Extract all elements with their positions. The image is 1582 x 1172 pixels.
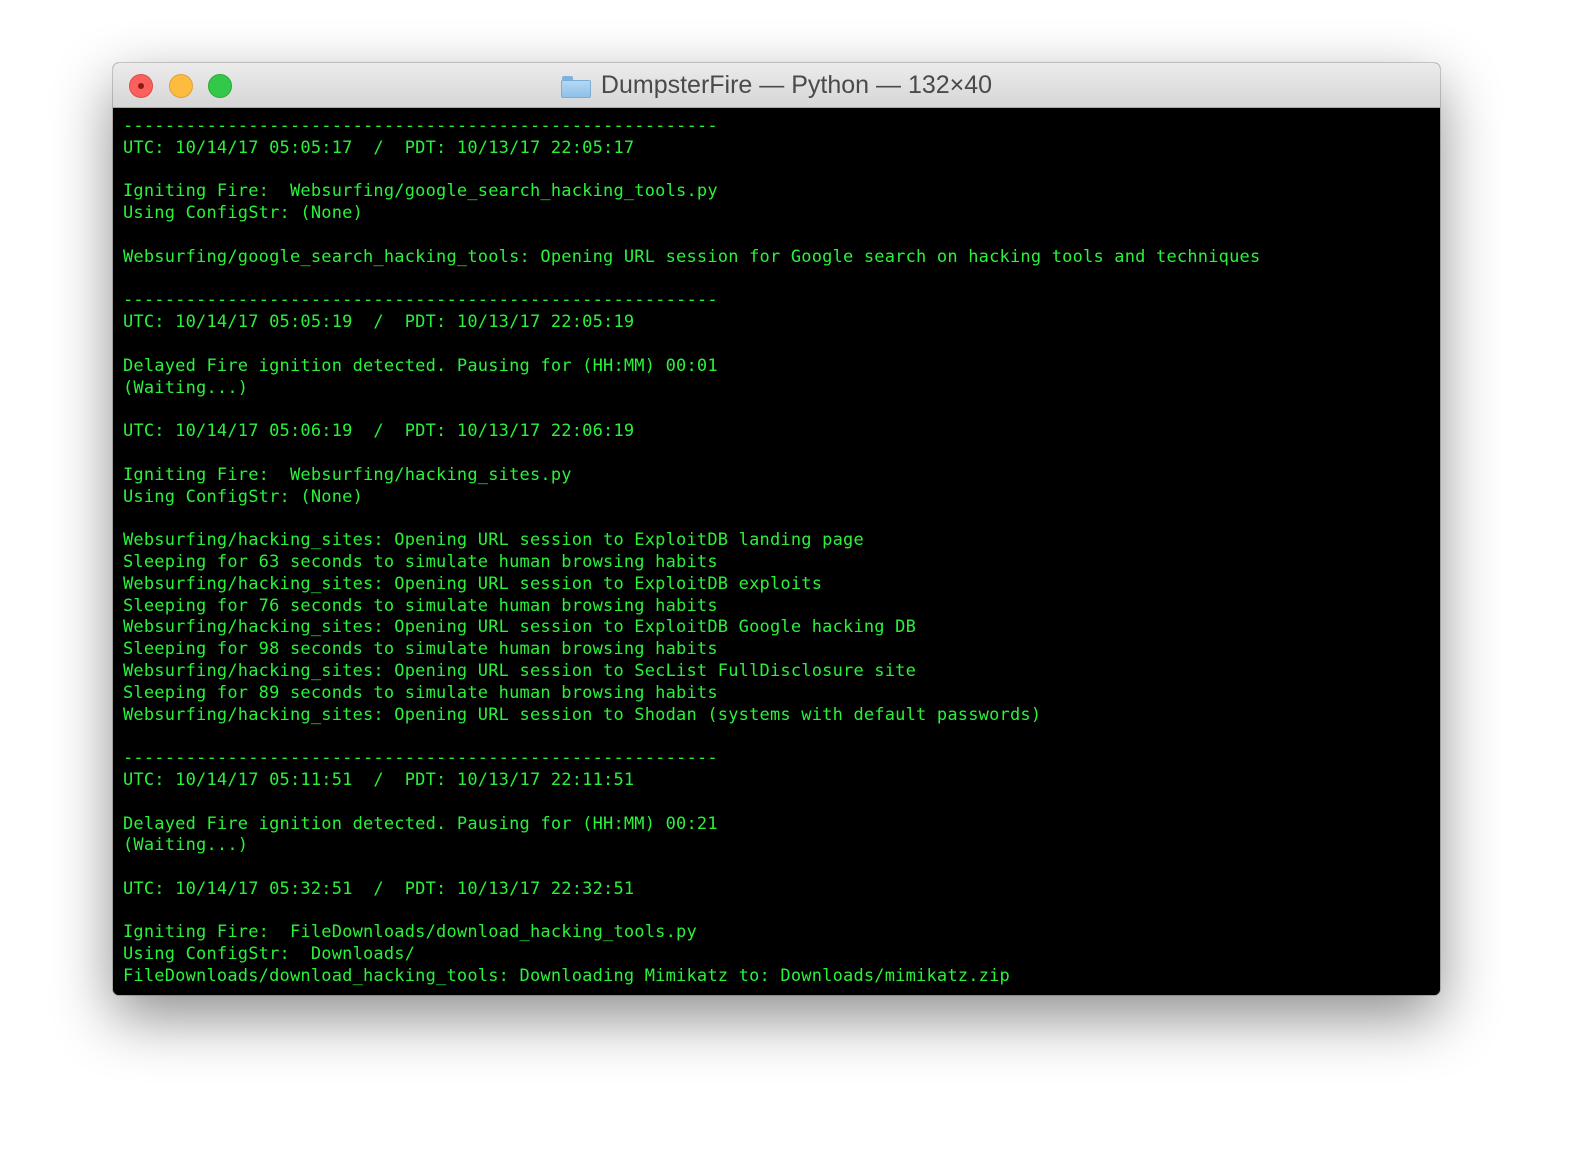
- terminal-line: (Waiting...): [123, 835, 249, 856]
- terminal-line: (Waiting...): [123, 377, 249, 398]
- terminal-line: Websurfing/hacking_sites: Opening URL se…: [123, 530, 864, 551]
- terminal-line: Websurfing/hacking_sites: Opening URL se…: [123, 704, 1042, 725]
- terminal-line: ----------------------------------------…: [123, 116, 718, 136]
- terminal-line: Websurfing/hacking_sites: Opening URL se…: [123, 617, 917, 638]
- terminal-line: Sleeping for 76 seconds to simulate huma…: [123, 595, 718, 616]
- terminal-line: Sleeping for 63 seconds to simulate huma…: [123, 551, 718, 572]
- terminal-line: Websurfing/google_search_hacking_tools: …: [123, 246, 1261, 267]
- terminal-line: Igniting Fire: FileDownloads/download_ha…: [123, 922, 697, 943]
- terminal-line: Igniting Fire: Websurfing/hacking_sites.…: [123, 464, 572, 485]
- title-bar[interactable]: DumpsterFire — Python — 132×40: [113, 63, 1440, 108]
- terminal-line: Igniting Fire: Websurfing/google_search_…: [123, 181, 718, 202]
- terminal-window: DumpsterFire — Python — 132×40 ---------…: [113, 63, 1440, 995]
- terminal-line: Websurfing/hacking_sites: Opening URL se…: [123, 660, 917, 681]
- terminal-line: Sleeping for 98 seconds to simulate huma…: [123, 639, 718, 660]
- terminal-line: Delayed Fire ignition detected. Pausing …: [123, 813, 718, 834]
- terminal-output[interactable]: ----------------------------------------…: [113, 108, 1440, 995]
- terminal-line: Sleeping for 89 seconds to simulate huma…: [123, 682, 718, 703]
- terminal-line: ----------------------------------------…: [123, 290, 718, 311]
- terminal-line: Using ConfigStr: (None): [123, 486, 364, 507]
- terminal-line: Websurfing/hacking_sites: Opening URL se…: [123, 573, 823, 594]
- terminal-line: Using ConfigStr: (None): [123, 203, 364, 224]
- window-title: DumpsterFire — Python — 132×40: [600, 71, 993, 99]
- terminal-line: UTC: 10/14/17 05:32:51 / PDT: 10/13/17 2…: [123, 878, 635, 899]
- terminal-line: UTC: 10/14/17 05:06:19 / PDT: 10/13/17 2…: [123, 421, 635, 442]
- window-title-group: DumpsterFire — Python — 132×40: [113, 63, 1440, 108]
- terminal-line: Using ConfigStr: Downloads/: [123, 944, 416, 965]
- folder-icon: [560, 75, 591, 98]
- terminal-line: UTC: 10/14/17 05:05:17 / PDT: 10/13/17 2…: [123, 137, 635, 158]
- terminal-line: Delayed Fire ignition detected. Pausing …: [123, 355, 718, 376]
- terminal-line: UTC: 10/14/17 05:05:19 / PDT: 10/13/17 2…: [123, 312, 635, 333]
- terminal-line: ----------------------------------------…: [123, 748, 718, 769]
- terminal-line: UTC: 10/14/17 05:11:51 / PDT: 10/13/17 2…: [123, 769, 635, 790]
- terminal-line: FileDownloads/download_hacking_tools: Do…: [123, 966, 1010, 987]
